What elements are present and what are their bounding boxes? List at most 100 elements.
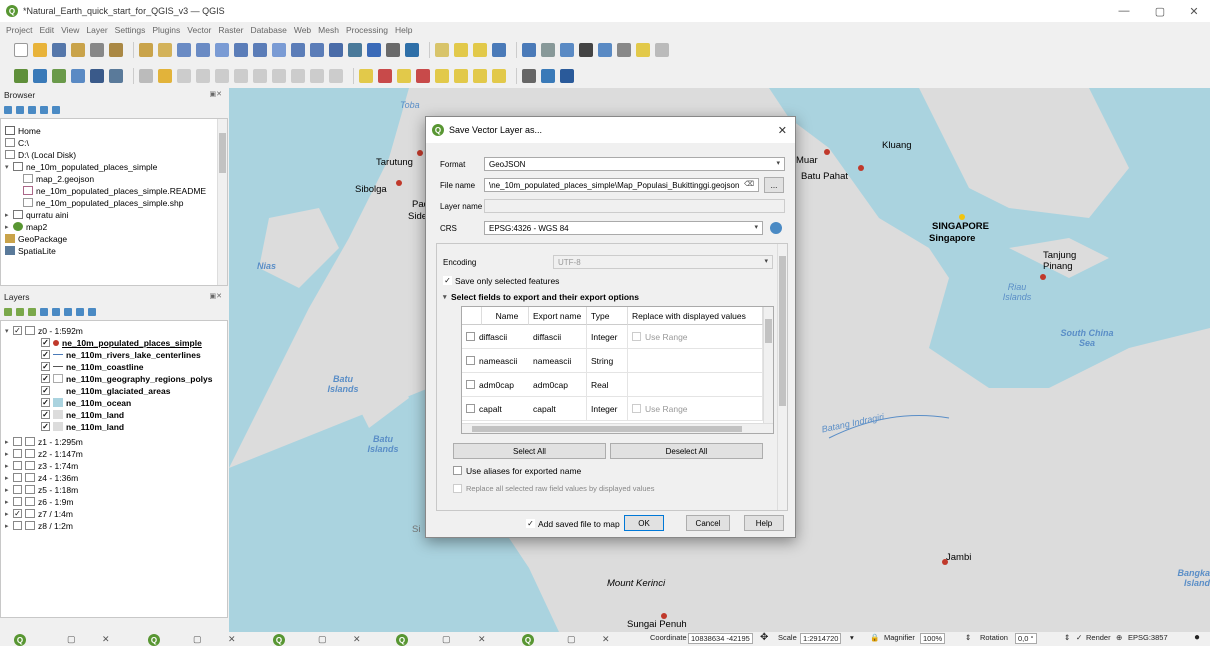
browser-item-map2[interactable]: ▸ map2 [5,221,47,232]
layer-checkbox[interactable]: ✓ [41,398,50,407]
label-toolbar-icon[interactable] [359,69,373,83]
menu-processing[interactable]: Processing [346,25,388,35]
taskbar-close-icon[interactable]: ✕ [353,634,361,645]
menu-web[interactable]: Web [294,25,311,35]
browse-button[interactable]: ... [764,177,784,193]
filter-browser-icon[interactable] [28,106,36,114]
cancel-button[interactable]: Cancel [686,515,730,531]
zoom-selection-icon[interactable] [253,43,267,57]
row-replace[interactable] [628,349,763,373]
layer-group-z0[interactable]: ▾ ✓ z0 - 1:592m [5,325,83,336]
add-selected-icon[interactable] [4,106,12,114]
expand-arrow-icon[interactable]: ▸ [5,462,13,470]
crs-selector-button[interactable] [767,220,785,236]
menu-mesh[interactable]: Mesh [318,25,339,35]
layer-checkbox[interactable]: ✓ [13,509,22,518]
bookmark-icon[interactable] [348,43,362,57]
fields-section-header[interactable]: ▾ Select fields to export and their expor… [443,291,639,302]
layer-checkbox[interactable]: ✓ [41,374,50,383]
change-label-icon[interactable] [454,69,468,83]
browser-item-folder[interactable]: ▾ ne_10m_populated_places_simple [5,161,157,172]
checkbox-checked[interactable]: ✓ [526,519,535,528]
dialog-close-button[interactable]: ✕ [778,124,787,137]
taskbar-square-icon[interactable]: ▢ [67,634,76,645]
row-checkbox[interactable] [466,356,475,365]
print-layout-icon[interactable] [90,43,104,57]
layer-group-z3[interactable]: ▸ z3 - 1:74m [5,460,78,471]
taskbar-square-icon[interactable]: ▢ [442,634,451,645]
new-project-icon[interactable] [14,43,28,57]
toggle-editing-icon[interactable] [158,69,172,83]
map-tips-icon[interactable] [655,43,669,57]
open-attribute-table-icon[interactable] [598,43,612,57]
add-raster-layer-icon[interactable] [71,69,85,83]
coordinate-field[interactable]: 10838634 -42195 [688,633,753,644]
messages-icon[interactable]: ● [1194,632,1200,643]
replace-checkbox[interactable] [632,404,641,413]
menu-plugins[interactable]: Plugins [152,25,180,35]
layer-checkbox[interactable] [13,497,22,506]
lock-icon[interactable]: 🔒 [870,633,879,642]
clear-icon[interactable]: ⌫ [744,180,754,188]
browser-item-d[interactable]: D:\ (Local Disk) [5,149,76,160]
panel-close-icon[interactable]: ▣✕ [210,292,222,300]
layer-group-z5[interactable]: ▸ z5 - 1:18m [5,484,78,495]
layer-populated-places[interactable]: ✓ ne_10m_populated_places_simple [41,337,202,348]
deselect-icon[interactable] [492,43,506,57]
select-features-icon[interactable] [454,43,468,57]
pin-labels-icon[interactable] [378,69,392,83]
layer-checkbox[interactable] [13,461,22,470]
filename-input[interactable]: \ne_10m_populated_places_simple\Map_Popu… [484,178,759,192]
taskbar-close-icon[interactable]: ✕ [602,634,610,645]
temporal-icon[interactable] [386,43,400,57]
add-wms-icon[interactable] [109,69,123,83]
select-by-value-icon[interactable] [473,43,487,57]
filter-expression-icon[interactable] [52,308,60,316]
layername-input[interactable] [484,199,785,213]
layer-group-z8[interactable]: ▸ z8 / 1:2m [5,520,73,531]
copy-features-icon[interactable] [272,69,286,83]
magnifier-field[interactable]: 100% [920,633,946,644]
spin-icon[interactable]: ⇕ [1064,633,1070,642]
row-replace[interactable]: Use Range [628,397,763,421]
save-as-icon[interactable] [71,43,85,57]
taskbar-square-icon[interactable]: ▢ [193,634,202,645]
spin-icon[interactable]: ⇕ [965,633,971,642]
pan-icon[interactable] [139,43,153,57]
manage-themes-icon[interactable] [28,308,36,316]
field-calculator-icon[interactable] [541,43,555,57]
filter-legend-icon[interactable] [40,308,48,316]
cut-features-icon[interactable] [253,69,267,83]
row-checkbox[interactable] [466,332,475,341]
qgis-taskbar-icon[interactable]: Q [148,634,160,646]
statistics-sum-icon[interactable] [579,43,593,57]
open-project-icon[interactable] [33,43,47,57]
taskbar-close-icon[interactable]: ✕ [478,634,486,645]
layer-group-z2[interactable]: ▸ z2 - 1:147m [5,448,83,459]
zoom-last-icon[interactable] [291,43,305,57]
delete-selected-icon[interactable] [234,69,248,83]
row-export-name[interactable]: adm0cap [529,373,587,397]
menu-settings[interactable]: Settings [115,25,146,35]
expand-arrow-icon[interactable]: ▸ [5,486,13,494]
row-replace[interactable] [628,373,763,397]
row-export-name[interactable]: nameascii [529,349,587,373]
new-map-view-icon[interactable] [329,43,343,57]
browser-item-spatialite[interactable]: SpatiaLite [5,245,56,256]
checkbox-checked[interactable]: ✓ [443,276,452,285]
layer-checkbox[interactable] [13,521,22,530]
zoom-in-icon[interactable] [177,43,191,57]
row-replace[interactable]: Use Range [628,325,763,349]
row-checkbox[interactable] [466,404,475,413]
style-manager-icon[interactable] [109,43,123,57]
scrollbar-thumb[interactable] [219,133,226,173]
layer-checkbox[interactable] [13,437,22,446]
menu-edit[interactable]: Edit [39,25,54,35]
layer-checkbox[interactable] [13,473,22,482]
qgis-taskbar-icon[interactable]: Q [14,634,26,646]
table-hscrollbar[interactable] [462,423,773,433]
expand-arrow-icon[interactable]: ▸ [5,211,13,219]
expand-arrow-icon[interactable]: ▸ [5,450,13,458]
layer-checkbox[interactable] [13,449,22,458]
move-label-icon[interactable] [416,69,430,83]
